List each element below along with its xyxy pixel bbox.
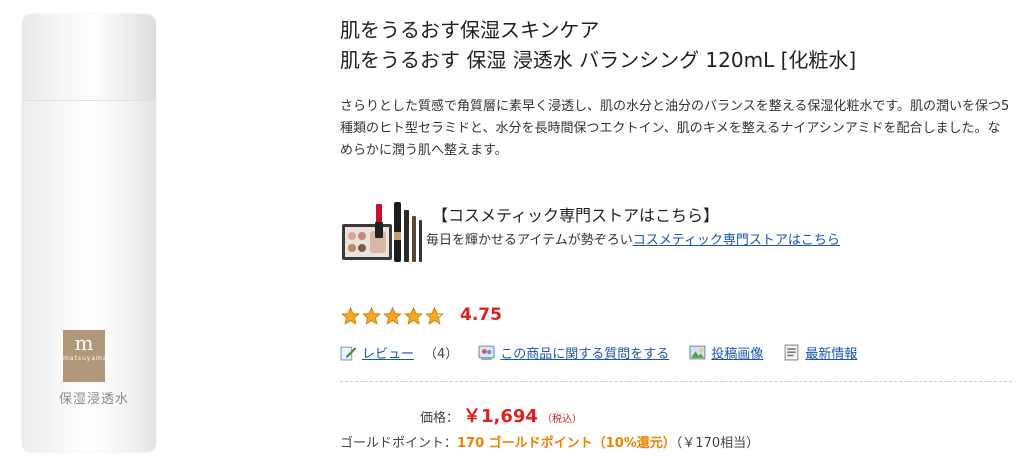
- product-image[interactable]: m matsuyama 保湿浸透水: [0, 0, 190, 461]
- cosmetics-promo-image[interactable]: [336, 196, 428, 266]
- price-tax-note: （税込）: [541, 414, 582, 425]
- brand-mark: m: [74, 331, 94, 355]
- brand-logo: m matsuyama: [63, 330, 108, 382]
- rating-value: 4.75: [460, 305, 502, 325]
- news-link-item: 最新情報: [783, 343, 857, 362]
- review-link[interactable]: レビュー: [362, 343, 414, 362]
- price-row: 価格： ￥1,694 （税込）: [420, 402, 582, 428]
- star-full-icon: [404, 306, 423, 325]
- promo-subtext-label: 毎日を輝かせるアイテムが勢ぞろい: [426, 233, 633, 248]
- price-label: 価格：: [420, 411, 460, 426]
- gold-point-equivalent: （￥170相当）: [675, 436, 760, 451]
- product-catchphrase: 肌をうるおす保湿スキンケア: [340, 18, 600, 42]
- review-link-item: レビュー （4）: [340, 343, 458, 362]
- news-icon: [784, 344, 799, 360]
- star-partial-icon: [425, 306, 444, 325]
- rating-stars: [340, 305, 445, 327]
- photo-link[interactable]: 投稿画像: [711, 343, 763, 362]
- bottle-cap: [22, 14, 156, 101]
- question-link-item: この商品に関する質問をする: [478, 343, 669, 362]
- question-link[interactable]: この商品に関する質問をする: [500, 343, 669, 362]
- section-divider: [340, 381, 1012, 382]
- star-full-icon: [341, 306, 360, 325]
- gold-point-value: 170 ゴールドポイント（10%還元）: [457, 436, 676, 451]
- brand-word: matsuyama: [63, 355, 108, 362]
- news-link[interactable]: 最新情報: [805, 343, 857, 362]
- star-full-icon: [362, 306, 381, 325]
- bottle-label: 保湿浸透水: [58, 392, 129, 407]
- question-icon: [478, 345, 495, 360]
- review-count: （4）: [424, 346, 459, 362]
- product-title: 肌をうるおす 保湿 浸透水 バランシング 120mL [化粧水]: [340, 48, 857, 72]
- review-pencil-icon: [340, 346, 357, 360]
- price-value: ￥1,694: [463, 406, 538, 427]
- gold-point-label: ゴールドポイント：: [340, 436, 458, 451]
- promo-subtext: 毎日を輝かせるアイテムが勢ぞろいコスメティック専門ストアはこちら: [426, 229, 840, 248]
- photo-icon: [689, 345, 706, 359]
- promo-title: 【コスメティック専門ストアはこちら】: [432, 206, 720, 225]
- gold-point-row: ゴールドポイント：170 ゴールドポイント（10%還元）（￥170相当）: [340, 432, 759, 451]
- photo-link-item: 投稿画像: [689, 343, 763, 362]
- cosmetics-store-link[interactable]: コスメティック専門ストアはこちら: [633, 233, 840, 248]
- star-full-icon: [383, 306, 402, 325]
- product-description: さらりとした質感で角質層に素早く浸透し、肌の水分と油分のバランスを整える保湿化粧…: [340, 99, 1010, 158]
- product-links: レビュー （4） この商品に関する質問をする 投稿画像 最新情報: [340, 342, 877, 362]
